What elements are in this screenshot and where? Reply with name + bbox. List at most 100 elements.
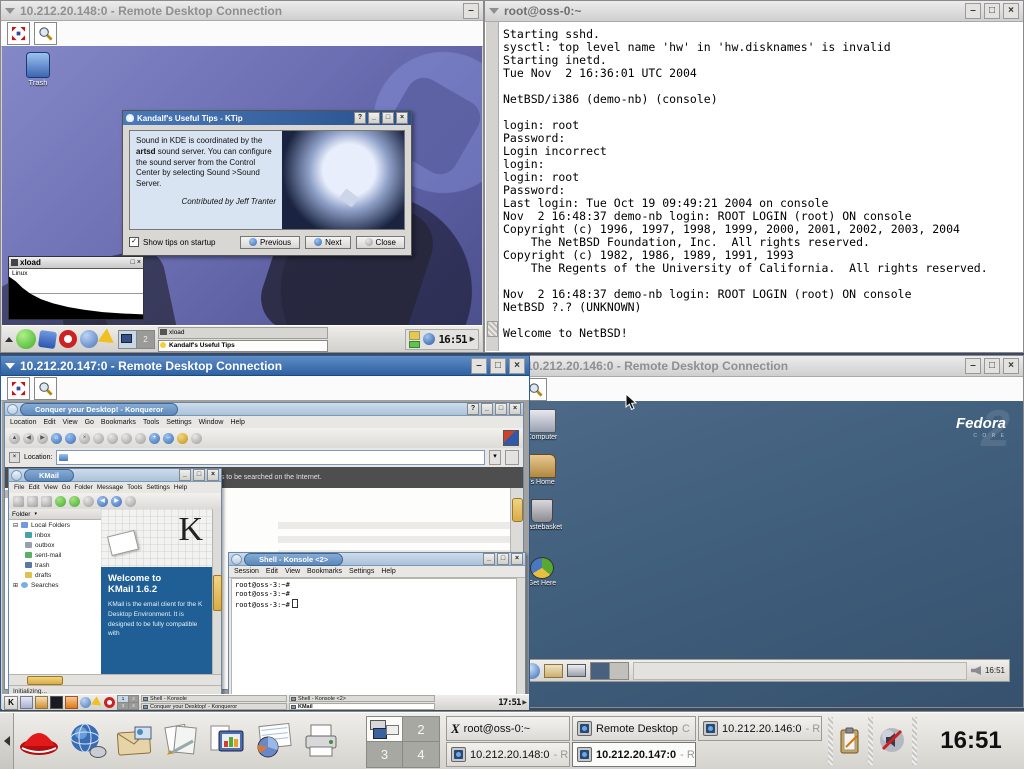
panel-clock[interactable]: 17:51 xyxy=(498,698,520,708)
copy-icon[interactable] xyxy=(107,433,118,444)
kded-tray-icon[interactable] xyxy=(423,333,435,345)
minimize-button[interactable]: _ xyxy=(368,112,380,124)
applet-handle[interactable] xyxy=(868,717,873,765)
back-icon[interactable]: ◀ xyxy=(23,433,34,444)
window-148-titlebar[interactable]: 10.212.20.148:0 - Remote Desktop Connect… xyxy=(1,1,483,21)
konqueror-cube-icon[interactable] xyxy=(38,329,57,348)
go-button[interactable] xyxy=(505,450,519,465)
kmail-titlebar[interactable]: KMail _ □ × xyxy=(9,469,221,482)
konqueror-titlebar[interactable]: Conquer your Desktop! - Konqueror ? _ □ … xyxy=(5,403,523,416)
pager-desktop-1[interactable] xyxy=(119,331,136,348)
web-browser-launcher[interactable] xyxy=(64,717,110,765)
fullscreen-button[interactable] xyxy=(7,22,30,45)
folder-outbox[interactable]: outbox xyxy=(9,540,101,550)
help-lifesaver-icon[interactable] xyxy=(104,697,115,708)
menu-item[interactable]: Folder xyxy=(74,484,92,491)
menu-item[interactable]: Location xyxy=(10,419,36,426)
maximize-button[interactable]: □ xyxy=(382,112,394,124)
close-button[interactable]: × xyxy=(509,403,521,415)
save-icon[interactable] xyxy=(27,496,38,507)
ktip-titlebar[interactable]: Kandalf's Useful Tips - KTip ? _ □ × xyxy=(123,111,411,125)
minimize-button[interactable]: – xyxy=(965,3,981,19)
sticky-icon[interactable] xyxy=(11,470,22,481)
pager-desktop-1[interactable] xyxy=(591,663,609,679)
download-arrow-icon[interactable] xyxy=(91,696,104,709)
printer-icon[interactable] xyxy=(567,664,586,677)
maximize-button[interactable]: □ xyxy=(497,553,509,565)
window-terminal-oss0[interactable]: root@oss-0:~ – □ × Starting sshd.sysctl:… xyxy=(484,0,1024,353)
menu-item[interactable]: Settings xyxy=(146,484,170,491)
impress-launcher[interactable] xyxy=(204,717,250,765)
sticky-icon[interactable] xyxy=(7,404,18,415)
terminal-icon[interactable] xyxy=(50,696,63,709)
klipper-tray-icon[interactable] xyxy=(838,727,862,760)
folder-local[interactable]: ⊟Local Folders xyxy=(9,520,101,530)
menu-item[interactable]: Edit xyxy=(28,484,39,491)
close-button[interactable]: × xyxy=(511,553,523,565)
folder-trash[interactable]: trash xyxy=(9,560,101,570)
download-arrow-icon[interactable] xyxy=(98,328,119,349)
menu-item[interactable]: Tools xyxy=(143,419,159,426)
pager-desktop-2[interactable] xyxy=(609,663,628,679)
reload-icon[interactable] xyxy=(65,433,76,444)
window-146-titlebar[interactable]: 10.212.20.146:0 - Remote Desktop Connect… xyxy=(518,356,1023,377)
globe-icon[interactable] xyxy=(80,330,98,348)
folder-inbox[interactable]: inbox xyxy=(9,530,101,540)
minimize-button[interactable]: – xyxy=(471,358,487,374)
menu-item[interactable]: Edit xyxy=(43,419,55,426)
menu-item[interactable]: View xyxy=(44,484,58,491)
minimize-button[interactable]: – xyxy=(463,3,479,19)
forward-icon[interactable]: ▶ xyxy=(37,433,48,444)
kmail-scrollbar[interactable] xyxy=(212,509,221,675)
mail-icon[interactable] xyxy=(544,664,563,678)
task-remote-desktop[interactable]: Remote Desktop C xyxy=(572,716,696,741)
previous-button[interactable]: Previous xyxy=(240,236,300,249)
writer-launcher[interactable] xyxy=(158,717,204,765)
terminal-scrollbar[interactable] xyxy=(486,22,499,351)
konsole-titlebar[interactable]: Shell - Konsole <2> _ □ × xyxy=(229,553,525,566)
close-button[interactable]: × xyxy=(207,469,219,481)
menu-item[interactable]: Bookmarks xyxy=(307,568,342,575)
maximize-button[interactable]: □ xyxy=(495,403,507,415)
kate-icon[interactable] xyxy=(35,696,48,709)
task-konsole-1[interactable]: Shell - Konsole xyxy=(141,695,287,702)
show-desktop-icon[interactable] xyxy=(20,696,33,709)
task-ktip[interactable]: Kandalf's Useful Tips xyxy=(158,340,328,352)
xload-window[interactable]: xload □× Linux xyxy=(8,256,144,320)
konsole-output[interactable]: root@oss-3:~# root@oss-3:~# root@oss-3:~… xyxy=(231,578,517,703)
stop-icon[interactable]: × xyxy=(79,433,90,444)
help-button[interactable]: ? xyxy=(467,403,479,415)
window-menu-icon[interactable] xyxy=(5,363,15,369)
close-button[interactable]: × xyxy=(396,112,408,124)
applet-handle[interactable] xyxy=(912,717,917,765)
maximize-button[interactable]: □ xyxy=(984,3,1000,19)
folder-column-header[interactable]: Folder▾ xyxy=(9,509,101,520)
printer-launcher[interactable] xyxy=(298,717,344,765)
close-button[interactable]: × xyxy=(137,259,141,266)
print-icon[interactable] xyxy=(41,496,52,507)
next-message-icon[interactable]: ▶ xyxy=(111,496,122,507)
menu-item[interactable]: Message xyxy=(97,484,123,491)
next-button[interactable]: Next xyxy=(305,236,350,249)
close-button[interactable]: × xyxy=(509,358,525,374)
task-root-oss0[interactable]: X root@oss-0:~ xyxy=(446,716,570,741)
konsole-scrollbar[interactable] xyxy=(517,578,525,703)
close-button[interactable]: × xyxy=(1003,358,1019,374)
location-dropdown-icon[interactable]: ▾ xyxy=(489,450,501,465)
folder-sent-mail[interactable]: sent-mail xyxy=(9,550,101,560)
folder-drafts[interactable]: drafts xyxy=(9,570,101,580)
suse-geeko-icon[interactable] xyxy=(16,329,36,349)
menu-item[interactable]: Help xyxy=(230,419,244,426)
reply-icon[interactable] xyxy=(83,496,94,507)
applet-handle[interactable] xyxy=(828,717,833,765)
konsole-menubar[interactable]: SessionEditViewBookmarksSettingsHelp xyxy=(229,566,525,578)
susehelp-lifesaver-icon[interactable] xyxy=(59,330,77,348)
menu-item[interactable]: Bookmarks xyxy=(101,419,136,426)
menu-item[interactable]: View xyxy=(285,568,300,575)
calc-launcher[interactable] xyxy=(250,717,296,765)
zoom-view-button[interactable] xyxy=(34,377,57,400)
minimize-button[interactable]: _ xyxy=(179,469,191,481)
window-menu-icon[interactable] xyxy=(5,8,15,14)
terminal-output[interactable]: Starting sshd.sysctl: top level name 'hw… xyxy=(503,27,1019,350)
pager-desktop-2[interactable]: 2 xyxy=(403,717,439,742)
